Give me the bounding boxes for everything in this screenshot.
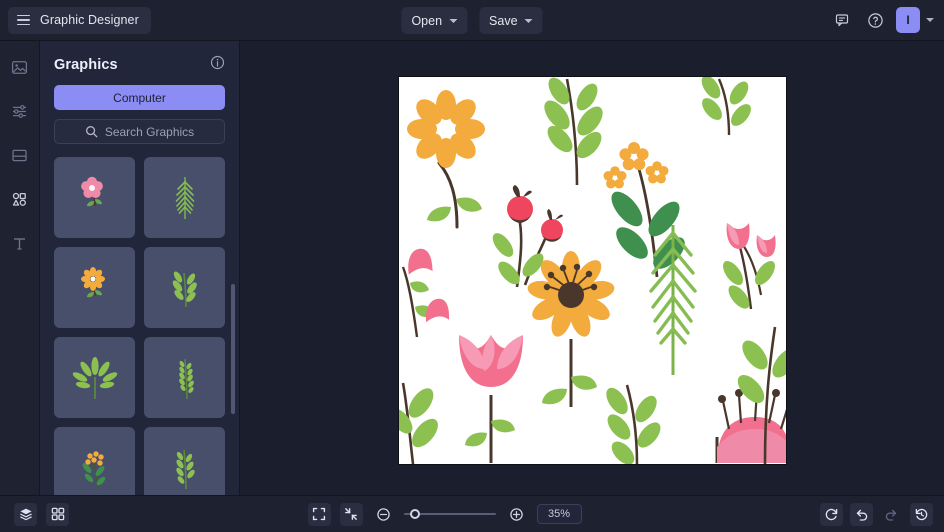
floral-pattern-artwork [398,77,786,464]
graphic-thumbnail-pink-flower[interactable] [54,157,135,238]
zoom-in-button[interactable] [505,503,528,526]
avatar-initial: I [906,13,910,27]
top-bar: Graphic Designer Open Save I [0,0,944,41]
chevron-down-icon [524,19,533,23]
zoom-level-value[interactable]: 35% [536,504,582,524]
open-label: Open [411,13,443,28]
redo-icon [885,509,897,521]
zoom-in-icon [509,507,523,521]
history-button[interactable] [910,502,933,526]
avatar[interactable]: I [896,7,920,33]
comment-icon [835,14,849,27]
layers-icon [19,508,32,521]
search-placeholder: Search Graphics [104,124,195,139]
computer-source-button[interactable]: Computer [54,85,225,110]
history-controls [820,502,933,526]
comment-button[interactable] [830,8,854,32]
graphic-thumbnail-yellow-berries[interactable] [54,427,135,495]
design-canvas[interactable] [398,77,786,464]
hamburger-icon [17,14,30,26]
redo-button[interactable] [880,503,903,526]
graphic-thumbnail-olive-branch[interactable] [144,247,225,328]
page-title: Graphics [54,57,118,73]
zoom-controls: 35% [307,502,582,526]
fit-screen-icon [312,507,326,521]
frame-icon [12,149,27,161]
help-circle-icon [867,12,883,28]
chevron-down-icon [449,19,458,23]
graphic-thumbnail-fern[interactable] [144,157,225,238]
layers-button[interactable] [14,502,37,526]
zoom-out-icon [376,507,390,521]
panel-controls: Computer Search Graphics [40,85,239,144]
app-menu-button[interactable]: Graphic Designer [8,6,151,34]
save-label: Save [489,13,518,28]
shapes-icon [12,192,26,206]
main-body: Graphics Computer Search Graphics [0,41,944,495]
collapse-icon [345,508,357,520]
reset-button[interactable] [820,502,843,526]
panel-header: Graphics [40,41,239,85]
app-window: Graphic Designer Open Save I Graphics Co… [0,0,944,532]
graphic-thumbnail-palmate-leaf[interactable] [54,337,135,418]
bottom-bar: 35% [0,495,944,532]
open-button[interactable]: Open [401,7,468,34]
sidebar-item-layout[interactable] [6,141,34,169]
graphics-panel: Graphics Computer Search Graphics [40,41,240,495]
account-chevron-down-icon[interactable] [926,18,934,22]
top-center-actions: Open Save [401,0,543,41]
graphics-grid-scroll[interactable] [40,144,239,495]
info-circle-icon [210,55,225,70]
zoom-slider-knob[interactable] [409,509,420,519]
help-button[interactable] [863,8,887,32]
tool-rail [0,41,40,495]
app-title: Graphic Designer [40,13,139,27]
zoom-out-button[interactable] [372,503,395,526]
image-icon [11,60,28,74]
text-t-icon [14,237,25,250]
refresh-icon [825,508,838,520]
search-icon [85,126,98,138]
undo-button[interactable] [850,502,873,526]
sidebar-item-image[interactable] [6,53,34,81]
grid-view-button[interactable] [46,502,69,526]
history-icon [915,508,928,520]
panel-info-button[interactable] [210,55,225,75]
top-right-actions: I [830,7,934,33]
sidebar-item-graphics[interactable] [6,185,34,213]
graphic-thumbnail-slender-sprig[interactable] [144,337,225,418]
sliders-icon [13,104,26,118]
sidebar-item-adjust[interactable] [6,97,34,125]
graphic-thumbnail-leafy-stem[interactable] [144,427,225,495]
save-button[interactable]: Save [479,7,543,34]
grid-icon [51,507,64,521]
graphic-thumbnail-orange-flower[interactable] [54,247,135,328]
search-input[interactable]: Search Graphics [54,119,225,144]
fit-screen-button[interactable] [307,502,331,526]
collapse-button[interactable] [339,502,363,526]
graphics-grid [54,157,225,495]
sidebar-item-text[interactable] [6,229,34,257]
undo-icon [856,509,868,521]
panel-scrollbar[interactable] [231,284,235,414]
canvas-stage[interactable] [240,41,944,495]
zoom-slider[interactable] [403,507,496,521]
